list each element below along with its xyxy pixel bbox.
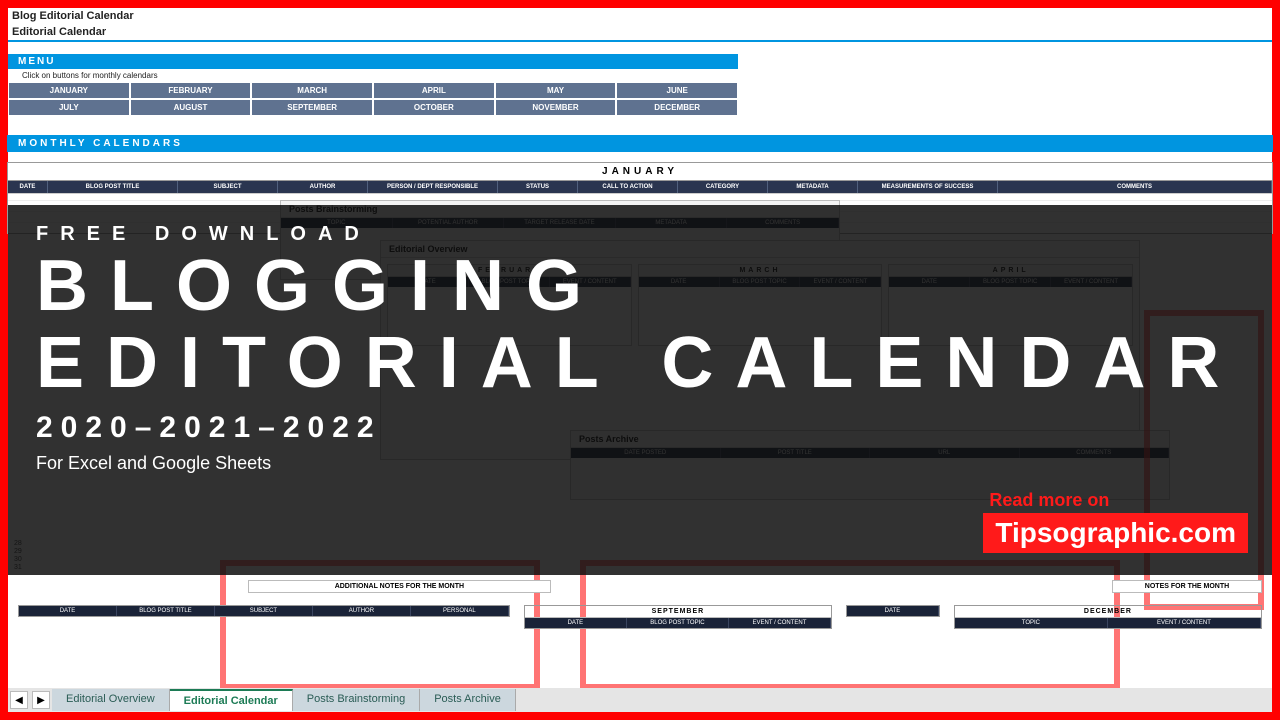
overlay-kicker: FREE DOWNLOAD (36, 223, 1244, 246)
brand-box: Read more on Tipsographic.com (983, 490, 1248, 553)
doc-title: Blog Editorial Calendar (8, 8, 1272, 24)
brand-name: Tipsographic.com (983, 513, 1248, 553)
column-header: METADATA (768, 181, 858, 193)
column-header: BLOG POST TOPIC (627, 618, 729, 628)
overlay-title-2: EDITORIAL CALENDAR (36, 327, 1244, 400)
column-header: BLOG POST TITLE (48, 181, 178, 193)
sheet-tab-editorial-calendar[interactable]: Editorial Calendar (170, 689, 293, 711)
january-title: JANUARY (8, 163, 1272, 181)
january-columns: DATEBLOG POST TITLESUBJECTAUTHORPERSON /… (8, 181, 1272, 193)
month-button-june[interactable]: JUNE (616, 82, 738, 99)
menu-section: MENU Click on buttons for monthly calend… (8, 54, 1272, 116)
footer-month-blocks: DATEBLOG POST TITLESUBJECTAUTHORPERSONAL… (18, 605, 1262, 629)
month-button-december[interactable]: DECEMBER (616, 99, 738, 116)
column-header: PERSONAL (411, 606, 509, 616)
column-header: DATE (8, 181, 48, 193)
month-button-march[interactable]: MARCH (251, 82, 373, 99)
overlay-years: 2020–2021–2022 (36, 411, 1244, 445)
overlay-title-1: BLOGGING (36, 250, 1244, 323)
column-header: CALL TO ACTION (578, 181, 678, 193)
sheet-tab-posts-brainstorming[interactable]: Posts Brainstorming (293, 689, 420, 711)
month-button-may[interactable]: MAY (495, 82, 617, 99)
column-header: EVENT / CONTENT (729, 618, 831, 628)
column-header: TOPIC (955, 618, 1108, 628)
column-header: SUBJECT (215, 606, 313, 616)
month-button-august[interactable]: AUGUST (130, 99, 252, 116)
month-button-february[interactable]: FEBRUARY (130, 82, 252, 99)
month-button-september[interactable]: SEPTEMBER (251, 99, 373, 116)
column-header: DATE (19, 606, 117, 616)
month-row-1: JANUARYFEBRUARYMARCHAPRILMAYJUNE (8, 82, 738, 99)
promo-overlay: FREE DOWNLOAD BLOGGING EDITORIAL CALENDA… (8, 205, 1272, 575)
footer-block: DECEMBERTOPICEVENT / CONTENT (954, 605, 1262, 629)
menu-note: Click on buttons for monthly calendars (8, 69, 1272, 82)
column-header: DATE (847, 606, 939, 616)
overlay-subtitle: For Excel and Google Sheets (36, 453, 1244, 474)
sheet-tab-posts-archive[interactable]: Posts Archive (420, 689, 516, 711)
sheet-tabs: ◀ ▶ Editorial OverviewEditorial Calendar… (8, 688, 1272, 712)
footer-block: SEPTEMBERDATEBLOG POST TOPICEVENT / CONT… (524, 605, 832, 629)
column-header: STATUS (498, 181, 578, 193)
tab-prev-icon[interactable]: ◀ (10, 691, 28, 709)
footer-block: DATEBLOG POST TITLESUBJECTAUTHORPERSONAL (18, 605, 510, 617)
column-header: BLOG POST TITLE (117, 606, 215, 616)
month-row-2: JULYAUGUSTSEPTEMBEROCTOBERNOVEMBERDECEMB… (8, 99, 738, 116)
month-button-october[interactable]: OCTOBER (373, 99, 495, 116)
bottom-area: 28293031 ADDITIONAL NOTES FOR THE MONTH … (18, 580, 1262, 629)
column-header: EVENT / CONTENT (1108, 618, 1261, 628)
column-header: DATE (525, 618, 627, 628)
column-header: AUTHOR (278, 181, 368, 193)
monthly-calendars-heading: MONTHLY CALENDARS (8, 136, 1272, 151)
sheet-tab-editorial-overview[interactable]: Editorial Overview (52, 689, 170, 711)
column-header: SUBJECT (178, 181, 278, 193)
tab-strip: Editorial OverviewEditorial CalendarPost… (52, 689, 516, 711)
brand-lead: Read more on (983, 490, 1248, 511)
footer-block: DATE (846, 605, 940, 617)
footer-month-title: DECEMBER (955, 606, 1261, 618)
month-button-april[interactable]: APRIL (373, 82, 495, 99)
column-header: AUTHOR (313, 606, 411, 616)
doc-subtitle: Editorial Calendar (8, 24, 1272, 42)
column-header: PERSON / DEPT RESPONSIBLE (368, 181, 498, 193)
month-button-july[interactable]: JULY (8, 99, 130, 116)
month-button-january[interactable]: JANUARY (8, 82, 130, 99)
column-header: COMMENTS (998, 181, 1272, 193)
notes-label-right: NOTES FOR THE MONTH (1112, 580, 1262, 593)
column-header: CATEGORY (678, 181, 768, 193)
footer-month-title: SEPTEMBER (525, 606, 831, 618)
tab-next-icon[interactable]: ▶ (32, 691, 50, 709)
notes-label: ADDITIONAL NOTES FOR THE MONTH (248, 580, 551, 593)
menu-heading: MENU (8, 54, 738, 69)
month-button-november[interactable]: NOVEMBER (495, 99, 617, 116)
column-header: MEASUREMENTS OF SUCCESS (858, 181, 998, 193)
